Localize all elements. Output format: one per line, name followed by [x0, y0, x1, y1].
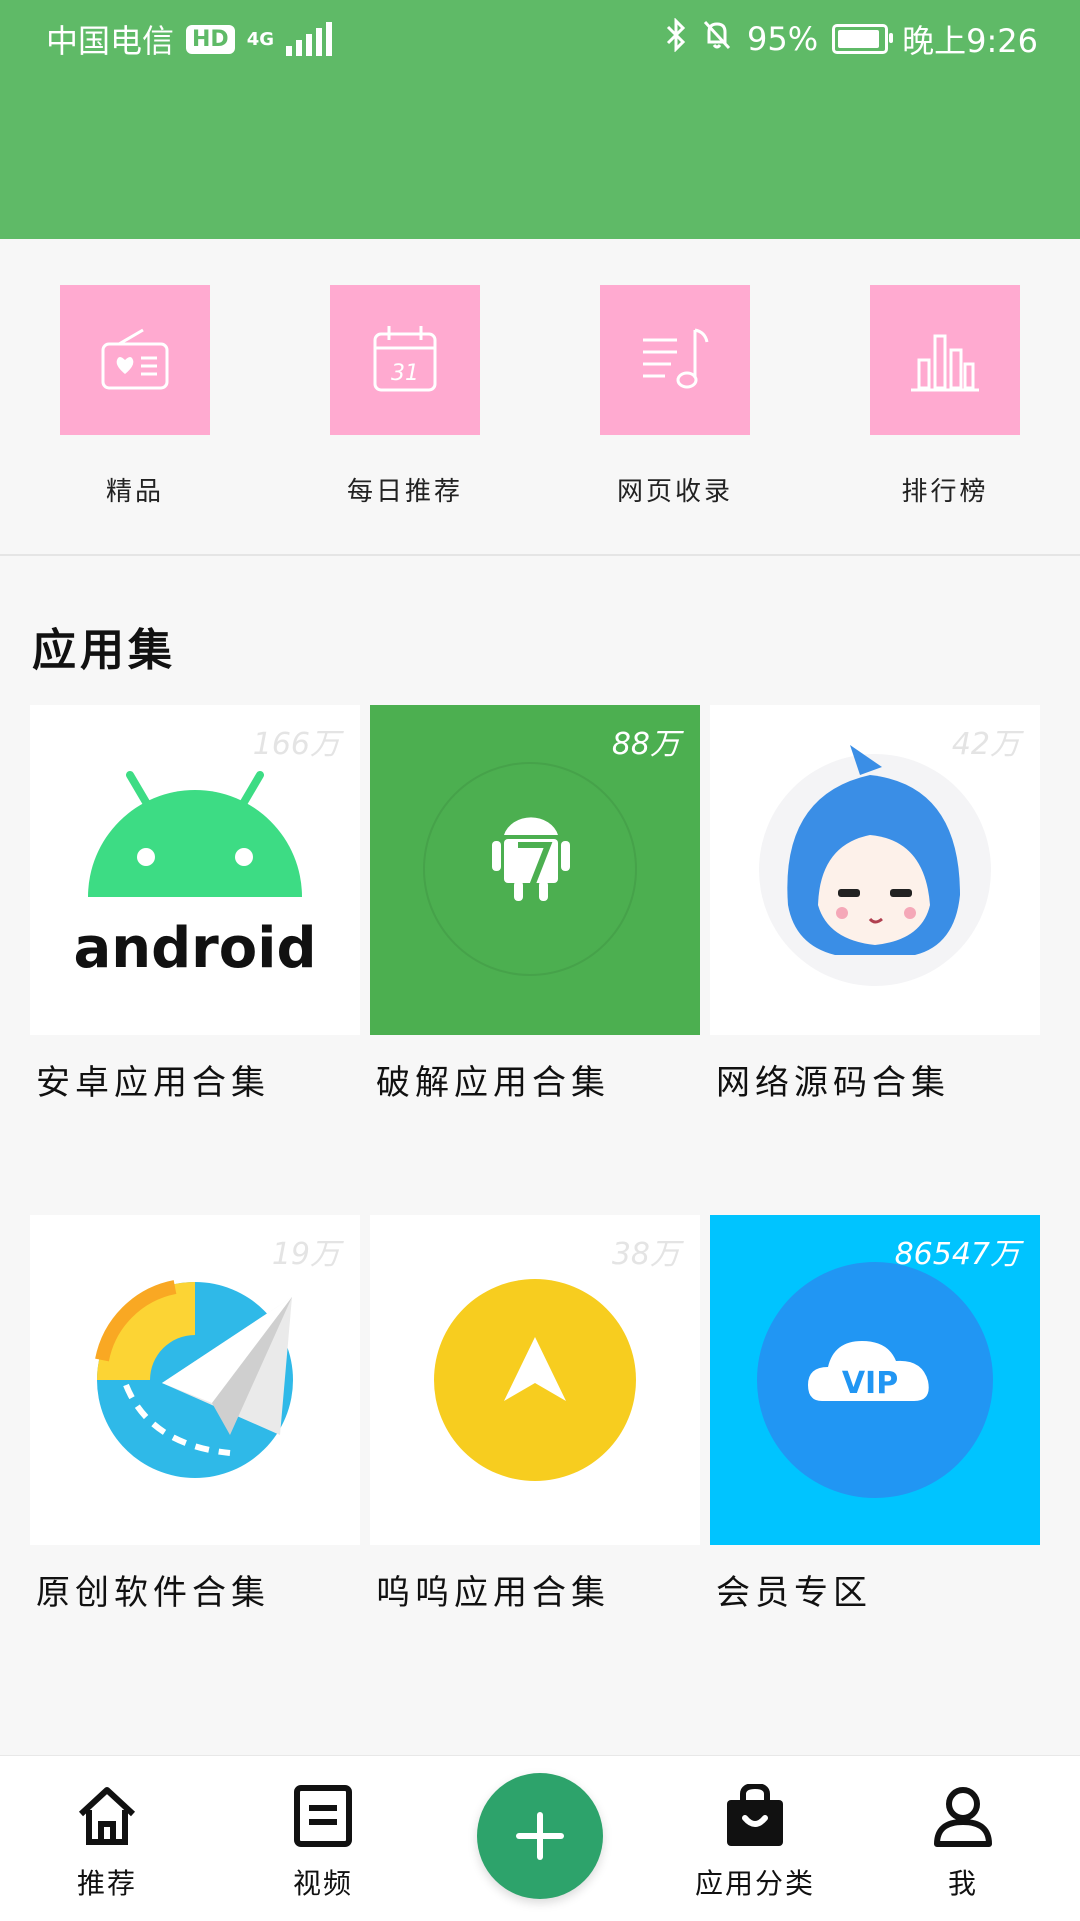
nav-item-app-categories[interactable]: 应用分类: [675, 1782, 835, 1902]
nav-label: 视频: [292, 1867, 353, 1900]
clock: 晚上9:26: [902, 22, 1038, 60]
header-bar: 中国电信 HD 4G 95% 晚上9:26: [0, 0, 1080, 239]
svg-text:31: 31: [391, 361, 419, 386]
category-row: 精品 31 每日推荐 网页收录 排行榜: [0, 239, 1080, 556]
calendar-31-icon: 31: [330, 285, 480, 435]
add-button[interactable]: [477, 1773, 603, 1899]
card-count: 19万: [271, 1237, 340, 1272]
card-count: 166万: [252, 727, 340, 762]
card-name: 破解应用合集: [376, 1063, 610, 1103]
nav-label: 我: [947, 1867, 978, 1900]
card-thumbnail: 86547万 VIP: [710, 1215, 1040, 1545]
collection-card-wuwu[interactable]: 38万 呜呜应用合集: [370, 1215, 700, 1614]
battery-icon: [832, 24, 894, 54]
collection-card-android[interactable]: 166万 android 安卓应用合集: [30, 705, 360, 1104]
plus-icon: [516, 1812, 564, 1860]
bar-chart-icon: [870, 285, 1020, 435]
document-icon: [294, 1785, 352, 1847]
hd-badge: HD: [186, 24, 235, 54]
card-name: 原创软件合集: [36, 1573, 270, 1613]
nav-label: 应用分类: [694, 1867, 815, 1900]
category-item-daily[interactable]: 31 每日推荐: [330, 285, 480, 508]
nav-label: 推荐: [76, 1867, 137, 1900]
card-count: 38万: [611, 1237, 680, 1272]
category-item-featured[interactable]: 精品: [60, 285, 210, 508]
category-item-ranking[interactable]: 排行榜: [870, 285, 1020, 508]
bluetooth-icon: [665, 17, 687, 60]
card-thumbnail: 19万: [30, 1215, 360, 1545]
signal-icon: [286, 22, 333, 56]
music-list-icon: [600, 285, 750, 435]
nav-item-me[interactable]: 我: [883, 1784, 1043, 1902]
card-name: 呜呜应用合集: [376, 1573, 610, 1613]
card-thumbnail: 166万 android: [30, 705, 360, 1035]
android-wordmark: android: [73, 916, 316, 981]
section-title: 应用集: [32, 625, 176, 676]
user-icon: [934, 1787, 992, 1847]
battery-percent: 95%: [747, 20, 819, 58]
card-thumbnail: 38万: [370, 1215, 700, 1545]
nav-item-video[interactable]: 视频: [243, 1784, 403, 1902]
collection-card-vip[interactable]: 86547万 VIP 会员专区: [710, 1215, 1040, 1614]
network-label: 4G: [246, 28, 275, 50]
vip-label: VIP: [842, 1366, 898, 1401]
collection-card-source[interactable]: 42万 网络源码合集: [710, 705, 1040, 1104]
shopping-bag-icon: [727, 1782, 783, 1846]
carrier-label: 中国电信: [46, 22, 175, 60]
card-thumbnail: 42万: [710, 705, 1040, 1035]
card-count: 88万: [611, 727, 680, 762]
card-thumbnail: 88万: [370, 705, 700, 1035]
category-item-web[interactable]: 网页收录: [600, 285, 750, 508]
card-name: 会员专区: [716, 1573, 872, 1613]
category-label: 网页收录: [616, 477, 733, 507]
category-label: 每日推荐: [346, 477, 463, 507]
card-name: 网络源码合集: [716, 1063, 950, 1103]
mute-bell-icon: [701, 18, 733, 60]
card-count: 42万: [951, 727, 1020, 762]
card-count: 86547万: [894, 1237, 1020, 1272]
category-label: 精品: [105, 477, 164, 507]
radio-heart-icon: [60, 285, 210, 435]
collection-card-original[interactable]: 19万 原创软件合集: [30, 1215, 360, 1614]
collection-card-cracked[interactable]: 88万 破解应用合集: [370, 705, 700, 1104]
category-label: 排行榜: [901, 477, 989, 507]
status-bar: 中国电信 HD 4G 95% 晚上9:26: [0, 0, 1080, 72]
home-icon: [78, 1787, 136, 1845]
nav-item-recommend[interactable]: 推荐: [27, 1784, 187, 1902]
card-name: 安卓应用合集: [36, 1063, 270, 1103]
